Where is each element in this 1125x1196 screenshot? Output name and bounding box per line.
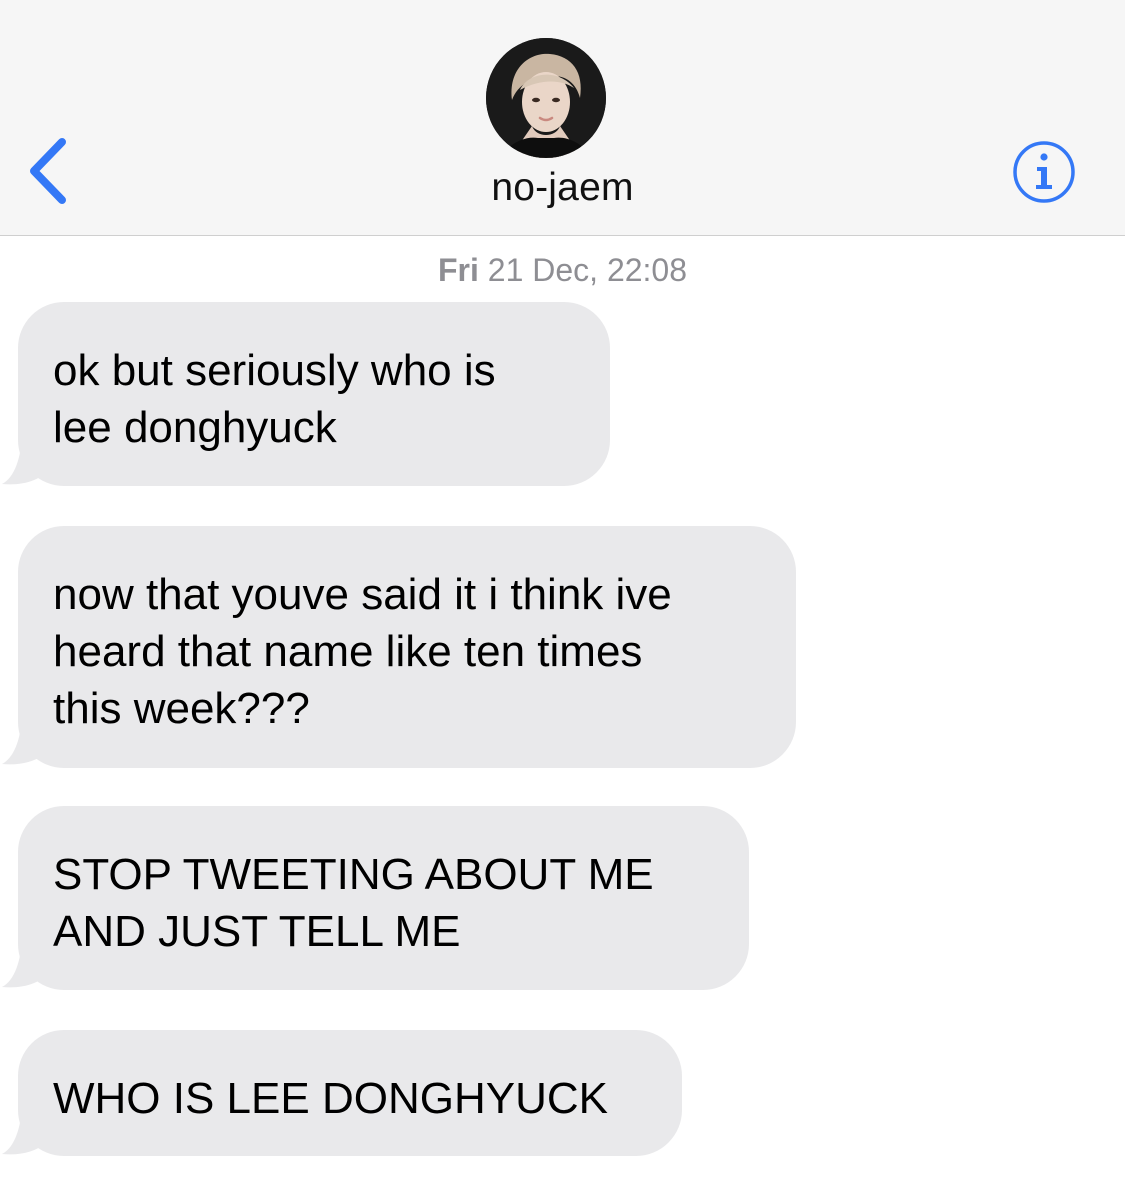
message-line: AND JUST TELL ME (53, 907, 461, 956)
bubble-tail (2, 933, 52, 988)
received-message-bubble[interactable]: ok but seriously who is lee donghyuck (18, 302, 610, 486)
bubble-tail (2, 430, 52, 485)
message-line: WHO IS LEE DONGHYUCK (53, 1074, 608, 1123)
message-timestamp: Fri 21 Dec, 22:08 (0, 252, 1125, 289)
received-message-bubble[interactable]: now that youve said it i think ive heard… (18, 526, 796, 768)
bubble-tail (2, 710, 52, 765)
timestamp-day: Fri (437, 252, 479, 288)
message-line: STOP TWEETING ABOUT ME (53, 850, 654, 899)
message-line: now that youve said it i think ive (53, 570, 672, 619)
timestamp-date-time: 21 Dec, 22:08 (478, 252, 688, 288)
bubble-tail (2, 1100, 52, 1155)
info-button[interactable] (1011, 139, 1077, 205)
contact-avatar[interactable] (486, 38, 606, 158)
message-line: this week??? (53, 684, 310, 733)
message-line: ok but seriously who is (53, 346, 496, 395)
message-line: heard that name like ten times (53, 627, 643, 676)
message-line: lee donghyuck (53, 403, 337, 452)
conversation-header: no-jaem (0, 0, 1125, 236)
info-circle-icon (1013, 141, 1075, 203)
avatar-photo (486, 38, 606, 158)
received-message-bubble[interactable]: WHO IS LEE DONGHYUCK (18, 1030, 682, 1156)
contact-name[interactable]: no-jaem (0, 166, 1125, 210)
received-message-bubble[interactable]: STOP TWEETING ABOUT ME AND JUST TELL ME (18, 806, 749, 990)
